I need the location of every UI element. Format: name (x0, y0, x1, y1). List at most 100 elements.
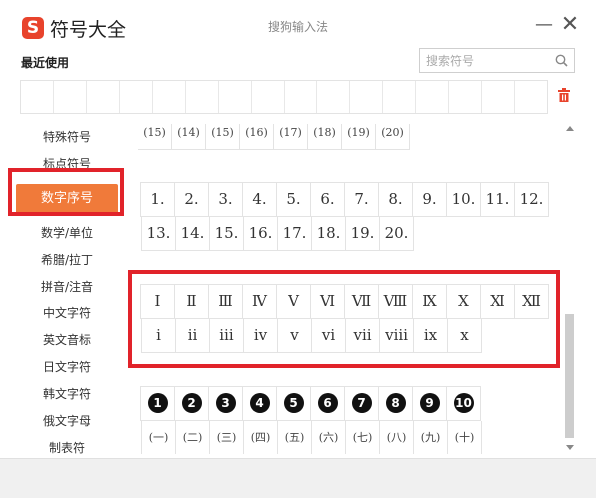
symbol-cell[interactable]: 6 (311, 387, 345, 421)
sidebar-item[interactable]: 英文音标 (8, 327, 126, 354)
symbol-cell[interactable]: 18. (312, 217, 346, 251)
symbol-cell[interactable]: 19. (346, 217, 380, 251)
symbol-cell[interactable]: Ⅱ (175, 285, 209, 319)
symbol-cell[interactable]: 3. (209, 183, 243, 217)
symbol-cell[interactable]: 4 (243, 387, 277, 421)
symbol-cell[interactable]: 2 (175, 387, 209, 421)
symbol-cell[interactable]: 10 (447, 387, 481, 421)
symbol-cell[interactable]: 10. (447, 183, 481, 217)
close-button[interactable]: ✕ (558, 14, 582, 38)
recent-symbol-cell[interactable] (449, 81, 483, 113)
search-input[interactable] (426, 52, 554, 70)
symbol-cell[interactable]: (20) (376, 124, 410, 150)
recent-symbol-cell[interactable] (350, 81, 384, 113)
symbol-cell[interactable]: (三) (210, 421, 244, 454)
trash-icon[interactable] (557, 87, 571, 103)
recent-symbol-cell[interactable] (285, 81, 318, 113)
recent-symbol-cell[interactable] (383, 81, 417, 113)
symbol-cell[interactable]: 17. (278, 217, 312, 251)
sidebar-item[interactable]: 中文字符 (8, 300, 126, 327)
symbol-cell[interactable]: (十) (448, 421, 482, 454)
recent-symbol-cell[interactable] (153, 81, 186, 113)
sidebar-item[interactable]: 日文字符 (8, 354, 126, 381)
symbol-cell[interactable]: ⅸ (414, 319, 448, 353)
symbol-cell[interactable]: 2. (175, 183, 209, 217)
symbol-cell[interactable]: ⅱ (176, 319, 210, 353)
symbol-cell[interactable]: (17) (274, 124, 308, 150)
symbol-cell[interactable]: Ⅻ (515, 285, 549, 319)
recent-symbol-cell[interactable] (482, 81, 516, 113)
recent-symbol-cell[interactable] (219, 81, 252, 113)
symbol-cell[interactable]: (16) (240, 124, 274, 150)
symbol-cell[interactable]: (四) (244, 421, 278, 454)
recent-symbol-cell[interactable] (317, 81, 351, 113)
symbol-cell[interactable]: 11. (481, 183, 515, 217)
symbol-cell[interactable]: (一) (142, 421, 176, 454)
recent-symbol-cell[interactable] (21, 81, 54, 113)
sidebar-item[interactable]: 韩文字符 (8, 381, 126, 408)
sidebar-item[interactable]: 希腊/拉丁 (8, 247, 126, 274)
recent-symbol-cell[interactable] (515, 81, 547, 113)
symbol-cell[interactable]: 5. (277, 183, 311, 217)
symbol-cell[interactable]: Ⅲ (209, 285, 243, 319)
symbol-cell[interactable]: 7. (345, 183, 379, 217)
symbol-cell[interactable]: 12. (515, 183, 549, 217)
symbol-cell[interactable]: 14. (176, 217, 210, 251)
symbol-cell[interactable]: Ⅺ (481, 285, 515, 319)
symbol-cell[interactable]: 9. (413, 183, 447, 217)
symbol-cell[interactable]: (五) (278, 421, 312, 454)
symbol-cell[interactable]: 8 (379, 387, 413, 421)
symbol-cell[interactable]: (六) (312, 421, 346, 454)
recent-symbol-cell[interactable] (186, 81, 219, 113)
symbol-cell[interactable]: 4. (243, 183, 277, 217)
symbol-cell[interactable]: 7 (345, 387, 379, 421)
scroll-up-icon[interactable] (566, 126, 574, 131)
symbol-cell[interactable]: (15) (206, 124, 240, 150)
recent-symbol-cell[interactable] (416, 81, 450, 113)
recent-symbol-cell[interactable] (54, 81, 87, 113)
recent-symbol-cell[interactable] (120, 81, 153, 113)
symbol-cell[interactable]: ⅳ (244, 319, 278, 353)
symbol-cell[interactable]: 1 (141, 387, 175, 421)
sidebar-item[interactable]: 数学/单位 (8, 220, 126, 247)
symbol-cell[interactable]: (七) (346, 421, 380, 454)
search-icon[interactable] (555, 54, 568, 67)
symbol-cell[interactable]: Ⅹ (447, 285, 481, 319)
symbol-cell[interactable]: Ⅵ (311, 285, 345, 319)
sidebar-item[interactable]: 拼音/注音 (8, 274, 126, 301)
minimize-button[interactable]: — (532, 14, 556, 38)
symbol-cell[interactable]: ⅲ (210, 319, 244, 353)
symbol-cell[interactable]: 20. (380, 217, 414, 251)
symbol-cell[interactable]: (15) (138, 124, 172, 150)
symbol-cell[interactable]: 6. (311, 183, 345, 217)
sidebar-item[interactable]: 数字序号 (16, 183, 118, 214)
symbol-cell[interactable]: Ⅷ (379, 285, 413, 319)
symbol-cell[interactable]: ⅴ (278, 319, 312, 353)
symbol-cell[interactable]: 1. (141, 183, 175, 217)
scroll-thumb[interactable] (565, 314, 574, 438)
symbol-cell[interactable]: ⅵ (312, 319, 346, 353)
symbol-cell[interactable]: Ⅳ (243, 285, 277, 319)
symbol-cell[interactable]: ⅷ (380, 319, 414, 353)
symbol-cell[interactable]: (九) (414, 421, 448, 454)
sidebar-item[interactable]: 标点符号 (8, 151, 126, 178)
symbol-cell[interactable]: (14) (172, 124, 206, 150)
symbol-cell[interactable]: ⅶ (346, 319, 380, 353)
symbol-cell[interactable]: 3 (209, 387, 243, 421)
symbol-cell[interactable]: Ⅶ (345, 285, 379, 319)
symbol-cell[interactable]: 15. (210, 217, 244, 251)
symbol-cell[interactable]: (18) (308, 124, 342, 150)
symbol-cell[interactable]: 9 (413, 387, 447, 421)
recent-symbol-cell[interactable] (87, 81, 120, 113)
symbol-cell[interactable]: ⅹ (448, 319, 482, 353)
symbol-cell[interactable]: 8. (379, 183, 413, 217)
symbol-cell[interactable]: (19) (342, 124, 376, 150)
sidebar-item[interactable]: 俄文字母 (8, 408, 126, 435)
symbol-cell[interactable]: (二) (176, 421, 210, 454)
symbol-cell[interactable]: 5 (277, 387, 311, 421)
scroll-down-icon[interactable] (566, 445, 574, 450)
symbol-cell[interactable]: ⅰ (142, 319, 176, 353)
symbol-cell[interactable]: Ⅰ (141, 285, 175, 319)
search-box[interactable] (419, 48, 575, 73)
symbol-cell[interactable]: Ⅴ (277, 285, 311, 319)
